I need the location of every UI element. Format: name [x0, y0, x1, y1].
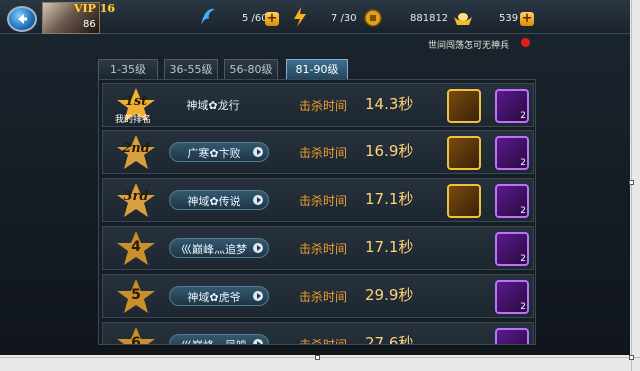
- player-name-text: 巛巅峰灬凤鸣: [170, 337, 258, 344]
- kill-time-value: 14.3秒: [365, 95, 414, 113]
- leaderboard-row[interactable]: 6 巛巅峰灬凤鸣 击杀时间 27.6秒 2: [102, 322, 534, 345]
- player-name-text: 巛巅峰灬追梦: [181, 243, 247, 256]
- energy-icon: [294, 7, 306, 27]
- player-name-text: 广寒✿卞败: [187, 147, 241, 160]
- purple-gem-icon[interactable]: 2: [495, 136, 529, 170]
- rank-badge: 1st 我的排名: [113, 86, 159, 125]
- tab-56-80[interactable]: 56-80级: [224, 59, 278, 79]
- rank-label: 3rd: [123, 189, 149, 204]
- notice-text: 世间闯荡怎可无神兵: [428, 41, 510, 51]
- rank-label: 1st: [124, 94, 148, 109]
- player-name-text: 神域✿虎爷: [187, 291, 241, 304]
- leaderboard-row[interactable]: 5 神域✿虎爷 击杀时间 29.9秒 2: [102, 274, 534, 318]
- arrow-right-icon: [253, 291, 263, 301]
- kill-time-label: 击杀时间: [299, 194, 348, 208]
- back-button[interactable]: [7, 6, 37, 32]
- notice-alert-dot: [521, 38, 530, 47]
- leaderboard-panel: 1st 我的排名 神域✿龙行 击杀时间 14.3秒 2 2nd 广寒✿卞败 击杀…: [98, 79, 536, 345]
- coin-icon: [364, 9, 382, 27]
- kill-time-label: 击杀时间: [299, 338, 348, 345]
- kill-time-label: 击杀时间: [299, 146, 348, 160]
- resize-handle[interactable]: [629, 180, 634, 185]
- player-name-button[interactable]: 巛巅峰灬凤鸣: [169, 334, 269, 344]
- rank-badge: 6: [113, 325, 159, 345]
- rank-badge: 5: [113, 277, 159, 315]
- arrow-right-icon: [253, 147, 263, 157]
- arrow-right-icon: [253, 195, 263, 205]
- kill-time-value: 29.9秒: [365, 286, 414, 304]
- player-name-button[interactable]: 巛巅峰灬追梦: [169, 238, 269, 258]
- leaderboard-row[interactable]: 2nd 广寒✿卞败 击杀时间 16.9秒 2: [102, 130, 534, 174]
- gem-count: 2: [520, 111, 526, 121]
- player-name-text: 神域✿龙行: [186, 99, 240, 112]
- treasure-chest-icon[interactable]: [447, 184, 481, 218]
- tab-36-55[interactable]: 36-55级: [164, 59, 218, 79]
- kill-time-label: 击杀时间: [299, 99, 348, 113]
- arrow-left-icon: [18, 14, 27, 24]
- rank-badge: 2nd: [113, 133, 159, 171]
- player-name-button[interactable]: 广寒✿卞败: [169, 142, 269, 162]
- leaderboard-row[interactable]: 3rd 神域✿传说 击杀时间 17.1秒 2: [102, 178, 534, 222]
- purple-gem-icon[interactable]: 2: [495, 280, 529, 314]
- coin-value: 881812: [410, 13, 449, 24]
- kill-time-label: 击杀时间: [299, 290, 348, 304]
- kill-time-label: 击杀时间: [299, 242, 348, 256]
- purple-gem-icon[interactable]: 2: [495, 232, 529, 266]
- kill-time-value: 17.1秒: [365, 190, 414, 208]
- top-bar: VIP 16 86 5 /60 + 7 /30 881812 539 +: [0, 0, 630, 34]
- gem-count: 2: [520, 158, 526, 168]
- resize-handle[interactable]: [315, 355, 320, 360]
- player-name-button[interactable]: 神域✿虎爷: [169, 286, 269, 306]
- player-level: 86: [83, 19, 96, 30]
- selection-border-bottom: [0, 357, 640, 358]
- leaderboard-row[interactable]: 1st 我的排名 神域✿龙行 击杀时间 14.3秒 2: [102, 83, 534, 127]
- vip-label: VIP 16: [74, 2, 116, 15]
- kill-time-value: 16.9秒: [365, 142, 414, 160]
- add-gold-button[interactable]: +: [520, 12, 534, 26]
- gold-value: 539: [499, 13, 519, 24]
- purple-gem-icon[interactable]: 2: [495, 184, 529, 218]
- tab-81-90[interactable]: 81-90级: [286, 59, 348, 79]
- arrow-right-icon: [253, 243, 263, 253]
- stamina-value: 5 /60: [242, 13, 268, 24]
- my-rank-label: 我的排名: [115, 115, 152, 125]
- rank-badge: 3rd: [113, 181, 159, 219]
- rank-label: 4: [131, 239, 141, 255]
- rank-label: 5: [131, 287, 141, 303]
- purple-gem-icon[interactable]: 2: [495, 328, 529, 344]
- treasure-chest-icon[interactable]: [447, 136, 481, 170]
- selection-border-right: [631, 0, 632, 371]
- player-name-text: 神域✿传说: [187, 195, 241, 208]
- kill-time-value: 27.6秒: [365, 334, 414, 345]
- treasure-chest-icon[interactable]: [447, 89, 481, 123]
- rank-badge: 4: [113, 229, 159, 267]
- leaderboard-row[interactable]: 4 巛巅峰灬追梦 击杀时间 17.1秒 2: [102, 226, 534, 270]
- add-stamina-button[interactable]: +: [265, 12, 279, 26]
- rank-label: 2nd: [122, 141, 150, 156]
- energy-value: 7 /30: [331, 13, 357, 24]
- gem-count: 2: [520, 206, 526, 216]
- stamina-icon: [201, 8, 215, 25]
- gem-count: 2: [520, 254, 526, 264]
- tab-1-35[interactable]: 1-35级: [98, 59, 158, 79]
- game-screen: VIP 16 86 5 /60 + 7 /30 881812 539 + 世间闯…: [0, 0, 630, 355]
- resize-handle[interactable]: [629, 355, 634, 360]
- arrow-right-icon: [253, 339, 263, 344]
- gem-count: 2: [520, 302, 526, 312]
- kill-time-value: 17.1秒: [365, 238, 414, 256]
- purple-gem-icon[interactable]: 2: [495, 89, 529, 123]
- player-name-button[interactable]: 神域✿传说: [169, 190, 269, 210]
- rank-label: 6: [131, 335, 141, 345]
- gold-ingot-icon: [454, 13, 472, 25]
- player-name: 神域✿龙行: [169, 95, 269, 115]
